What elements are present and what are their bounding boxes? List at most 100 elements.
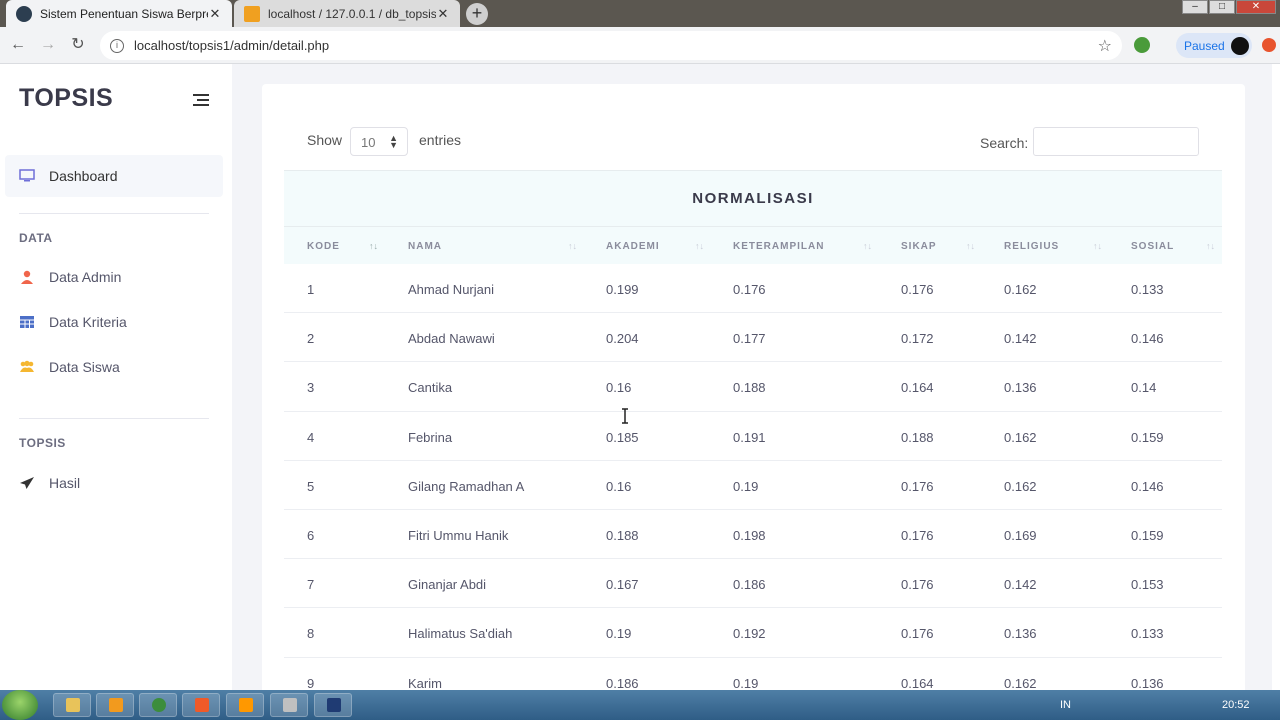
sort-icon[interactable]: ↑↓ (695, 241, 704, 251)
new-tab-button[interactable]: + (466, 3, 488, 25)
tab-title: localhost / 127.0.0.1 / db_topsis (268, 6, 436, 21)
table-row: 2 Abdad Nawawi 0.204 0.177 0.172 0.142 0.146 (284, 313, 1222, 363)
cell-sosial: 0.14 (1131, 380, 1157, 396)
extension-icon[interactable] (1134, 37, 1150, 53)
media-player-taskbar-icon[interactable] (96, 693, 134, 717)
column-header-nama[interactable]: NAMA (408, 241, 442, 252)
address-bar[interactable]: i localhost/topsis1/admin/detail.php ☆ (100, 31, 1122, 60)
cell-akademi: 0.167 (606, 577, 639, 593)
clock[interactable]: 20:52 (1222, 699, 1250, 711)
cell-sikap: 0.188 (901, 429, 934, 445)
sort-icon[interactable]: ↑↓ (568, 241, 577, 251)
url-text: localhost/topsis1/admin/detail.php (134, 38, 330, 53)
profile-button[interactable]: Paused (1176, 33, 1252, 58)
cell-kode: 7 (307, 577, 315, 593)
divider (19, 213, 209, 214)
reload-icon[interactable]: ↻ (68, 35, 88, 55)
app-taskbar-icon[interactable] (270, 693, 308, 717)
cell-sikap: 0.172 (901, 331, 934, 347)
column-header-kode[interactable]: KODE (307, 241, 340, 252)
table-row: 6 Fitri Ummu Hanik 0.188 0.198 0.176 0.169 0.1… (284, 510, 1222, 560)
browser-tab-active[interactable]: Sistem Penentuan Siswa Berprestasi ✕ (6, 0, 232, 27)
explorer-taskbar-icon[interactable] (53, 693, 91, 717)
column-header-sikap[interactable]: SIKAP (901, 241, 937, 252)
sidebar-item-label: Data Kriteria (49, 314, 127, 330)
language-indicator[interactable]: IN (1060, 699, 1071, 711)
cell-kode: 5 (307, 478, 315, 494)
sort-icon[interactable]: ↑↓ (966, 241, 975, 251)
window-close-icon[interactable]: ✕ (1236, 0, 1276, 14)
column-header-religius[interactable]: RELIGIUS (1004, 241, 1059, 252)
cell-religius: 0.142 (1004, 577, 1037, 593)
show-label: Show (307, 132, 343, 148)
cell-keterampilan: 0.177 (733, 331, 766, 347)
menu-toggle-icon[interactable] (193, 94, 209, 106)
os-taskbar: IN 20:52 (0, 690, 1280, 720)
maximize-icon[interactable]: □ (1209, 0, 1235, 14)
browser-tab-phpmyadmin[interactable]: localhost / 127.0.0.1 / db_topsis ✕ (234, 0, 460, 27)
table-body: 1 Ahmad Nurjani 0.199 0.176 0.176 0.162 0.133 2… (284, 264, 1222, 707)
entries-label: entries (419, 132, 462, 148)
sort-icon[interactable]: ↑↓ (863, 241, 872, 251)
column-header-sosial[interactable]: SOSIAL (1131, 241, 1174, 252)
cell-kode: 3 (307, 380, 315, 396)
bookmark-star-icon[interactable]: ☆ (1098, 36, 1112, 56)
xampp-taskbar-icon[interactable] (182, 693, 220, 717)
sidebar-item-label: Data Siswa (49, 359, 120, 375)
cell-keterampilan: 0.19 (733, 478, 759, 494)
cell-kode: 9 (307, 675, 315, 691)
table-row: 7 Ginanjar Abdi 0.167 0.186 0.176 0.142 0.153 (284, 559, 1222, 609)
sidebar-item-data-kriteria[interactable]: Data Kriteria (5, 301, 223, 343)
forward-arrow-icon[interactable]: → (38, 35, 58, 55)
cell-keterampilan: 0.198 (733, 527, 766, 543)
table-row: 5 Gilang Ramadhan A 0.16 0.19 0.176 0.162 0.14… (284, 461, 1222, 510)
sidebar-item-hasil[interactable]: Hasil (5, 462, 223, 504)
cell-sosial: 0.133 (1131, 626, 1164, 642)
cell-sikap: 0.164 (901, 380, 934, 396)
search-input[interactable] (1033, 127, 1199, 156)
column-header-akademi[interactable]: AKADEMI (606, 241, 660, 252)
site-info-icon[interactable]: i (110, 38, 124, 53)
sidebar-item-data-siswa[interactable]: Data Siswa (5, 346, 223, 388)
sublime-taskbar-icon[interactable] (226, 693, 264, 717)
cell-kode: 2 (307, 331, 315, 347)
select-caret-icon: ▲ ▼ (389, 133, 398, 150)
page-size-select[interactable]: 10 ▲ ▼ (350, 127, 408, 156)
chrome-menu-update-icon[interactable] (1262, 38, 1276, 52)
sort-icon[interactable]: ↑↓ (369, 241, 378, 251)
search-label: Search: (980, 135, 1029, 151)
window-controls: – □ ✕ (1181, 0, 1276, 14)
table-title: NORMALISASI (284, 170, 1222, 226)
column-header-keterampilan[interactable]: KETERAMPILAN (733, 241, 824, 252)
back-arrow-icon[interactable]: ← (8, 35, 28, 55)
tab-close-icon[interactable]: ✕ (208, 6, 222, 22)
tab-close-icon[interactable]: ✕ (436, 6, 450, 22)
cell-keterampilan: 0.192 (733, 626, 766, 642)
cell-sosial: 0.146 (1131, 478, 1164, 494)
cell-sikap: 0.176 (901, 577, 934, 593)
sidebar-item-label: Dashboard (49, 168, 118, 184)
sidebar-item-dashboard[interactable]: Dashboard (5, 155, 223, 197)
cell-akademi: 0.16 (606, 478, 632, 494)
cell-nama: Febrina (408, 429, 453, 445)
cell-keterampilan: 0.176 (733, 282, 766, 297)
windows-start-icon[interactable] (2, 690, 38, 720)
cell-kode: 8 (307, 626, 315, 642)
cell-nama: Cantika (408, 380, 453, 396)
sidebar-item-data-admin[interactable]: Data Admin (5, 256, 223, 298)
cell-kode: 6 (307, 527, 315, 543)
photoshop-taskbar-icon[interactable] (314, 693, 352, 717)
phpmyadmin-favicon-icon (244, 5, 260, 22)
cell-keterampilan: 0.188 (733, 380, 766, 396)
chrome-taskbar-icon[interactable] (139, 693, 177, 717)
minimize-icon[interactable]: – (1182, 0, 1208, 14)
table-row: 1 Ahmad Nurjani 0.199 0.176 0.176 0.162 0.133 (284, 264, 1222, 314)
cell-nama: Halimatus Sa'diah (408, 626, 513, 642)
cell-religius: 0.162 (1004, 429, 1037, 445)
cell-sikap: 0.176 (901, 626, 934, 642)
cell-kode: 1 (307, 282, 315, 297)
brand-logo[interactable]: TOPSIS (19, 84, 113, 113)
browser-toolbar: ← → ↻ i localhost/topsis1/admin/detail.p… (0, 27, 1280, 64)
sort-icon[interactable]: ↑↓ (1093, 241, 1102, 251)
sort-icon[interactable]: ↑↓ (1206, 241, 1215, 251)
